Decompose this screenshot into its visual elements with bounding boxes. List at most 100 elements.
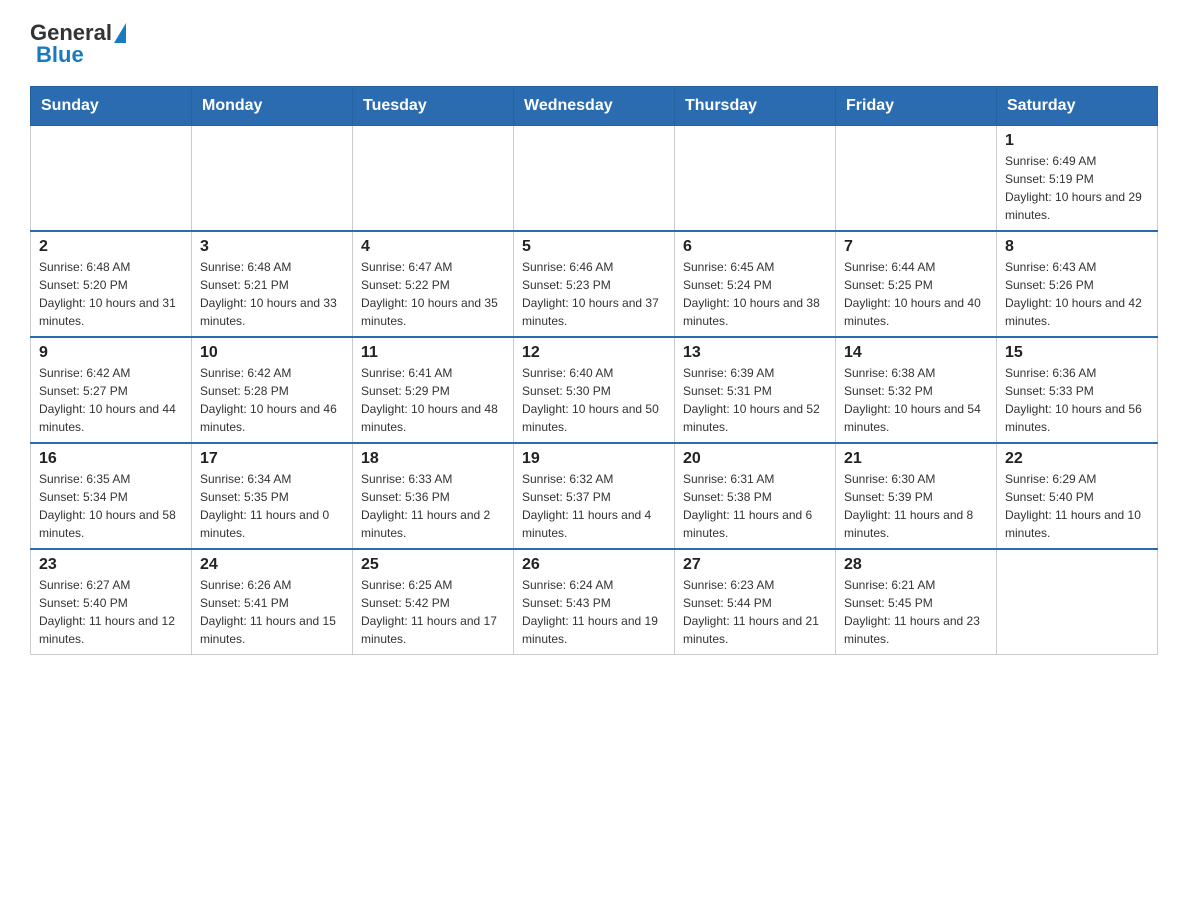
calendar-cell: 9 Sunrise: 6:42 AMSunset: 5:27 PMDaylight… (31, 337, 192, 443)
day-number: 27 (683, 556, 827, 574)
day-number: 19 (522, 450, 666, 468)
calendar-week-row: 9 Sunrise: 6:42 AMSunset: 5:27 PMDaylight… (31, 337, 1158, 443)
calendar-cell: 12 Sunrise: 6:40 AMSunset: 5:30 PMDayligh… (514, 337, 675, 443)
calendar-cell: 8 Sunrise: 6:43 AMSunset: 5:26 PMDaylight… (997, 231, 1158, 337)
calendar-cell (675, 126, 836, 232)
day-info: Sunrise: 6:34 AMSunset: 5:35 PMDaylight:… (200, 470, 344, 542)
day-number: 5 (522, 238, 666, 256)
weekday-header-sunday: Sunday (31, 87, 192, 126)
day-info: Sunrise: 6:29 AMSunset: 5:40 PMDaylight:… (1005, 470, 1149, 542)
day-number: 3 (200, 238, 344, 256)
weekday-header-friday: Friday (836, 87, 997, 126)
day-info: Sunrise: 6:38 AMSunset: 5:32 PMDaylight:… (844, 364, 988, 436)
day-number: 14 (844, 344, 988, 362)
day-number: 21 (844, 450, 988, 468)
calendar-cell: 25 Sunrise: 6:25 AMSunset: 5:42 PMDayligh… (353, 549, 514, 655)
weekday-header-wednesday: Wednesday (514, 87, 675, 126)
calendar-cell: 24 Sunrise: 6:26 AMSunset: 5:41 PMDayligh… (192, 549, 353, 655)
calendar-cell (353, 126, 514, 232)
day-info: Sunrise: 6:32 AMSunset: 5:37 PMDaylight:… (522, 470, 666, 542)
calendar-cell: 26 Sunrise: 6:24 AMSunset: 5:43 PMDayligh… (514, 549, 675, 655)
day-number: 4 (361, 238, 505, 256)
calendar-cell (836, 126, 997, 232)
calendar-cell: 1 Sunrise: 6:49 AMSunset: 5:19 PMDaylight… (997, 126, 1158, 232)
day-number: 22 (1005, 450, 1149, 468)
calendar-cell: 20Sunrise: 6:31 AMSunset: 5:38 PMDayligh… (675, 443, 836, 549)
logo-triangle-icon (114, 23, 126, 43)
calendar-cell (31, 126, 192, 232)
day-info: Sunrise: 6:39 AMSunset: 5:31 PMDaylight:… (683, 364, 827, 436)
calendar-cell: 15 Sunrise: 6:36 AMSunset: 5:33 PMDayligh… (997, 337, 1158, 443)
day-number: 23 (39, 556, 183, 574)
day-info: Sunrise: 6:36 AMSunset: 5:33 PMDaylight:… (1005, 364, 1149, 436)
weekday-header-saturday: Saturday (997, 87, 1158, 126)
calendar-cell: 22 Sunrise: 6:29 AMSunset: 5:40 PMDayligh… (997, 443, 1158, 549)
day-number: 1 (1005, 132, 1149, 150)
weekday-header-row: SundayMondayTuesdayWednesdayThursdayFrid… (31, 87, 1158, 126)
day-info: Sunrise: 6:42 AMSunset: 5:27 PMDaylight:… (39, 364, 183, 436)
day-info: Sunrise: 6:44 AMSunset: 5:25 PMDaylight:… (844, 258, 988, 330)
day-number: 7 (844, 238, 988, 256)
day-number: 16 (39, 450, 183, 468)
calendar-week-row: 23 Sunrise: 6:27 AMSunset: 5:40 PMDayligh… (31, 549, 1158, 655)
day-number: 11 (361, 344, 505, 362)
day-number: 6 (683, 238, 827, 256)
day-info: Sunrise: 6:35 AMSunset: 5:34 PMDaylight:… (39, 470, 183, 542)
weekday-header-tuesday: Tuesday (353, 87, 514, 126)
day-info: Sunrise: 6:48 AMSunset: 5:21 PMDaylight:… (200, 258, 344, 330)
day-info: Sunrise: 6:46 AMSunset: 5:23 PMDaylight:… (522, 258, 666, 330)
calendar-cell: 5 Sunrise: 6:46 AMSunset: 5:23 PMDaylight… (514, 231, 675, 337)
day-info: Sunrise: 6:27 AMSunset: 5:40 PMDaylight:… (39, 576, 183, 648)
weekday-header-thursday: Thursday (675, 87, 836, 126)
calendar-week-row: 2 Sunrise: 6:48 AMSunset: 5:20 PMDaylight… (31, 231, 1158, 337)
day-info: Sunrise: 6:25 AMSunset: 5:42 PMDaylight:… (361, 576, 505, 648)
page-header: General Blue (30, 20, 1158, 68)
day-info: Sunrise: 6:42 AMSunset: 5:28 PMDaylight:… (200, 364, 344, 436)
day-info: Sunrise: 6:40 AMSunset: 5:30 PMDaylight:… (522, 364, 666, 436)
day-info: Sunrise: 6:49 AMSunset: 5:19 PMDaylight:… (1005, 152, 1149, 224)
day-info: Sunrise: 6:48 AMSunset: 5:20 PMDaylight:… (39, 258, 183, 330)
logo-blue-text: Blue (30, 42, 84, 68)
calendar-cell: 17 Sunrise: 6:34 AMSunset: 5:35 PMDayligh… (192, 443, 353, 549)
day-info: Sunrise: 6:21 AMSunset: 5:45 PMDaylight:… (844, 576, 988, 648)
calendar-cell (997, 549, 1158, 655)
calendar-cell: 2 Sunrise: 6:48 AMSunset: 5:20 PMDaylight… (31, 231, 192, 337)
calendar-table: SundayMondayTuesdayWednesdayThursdayFrid… (30, 86, 1158, 655)
day-number: 9 (39, 344, 183, 362)
day-info: Sunrise: 6:33 AMSunset: 5:36 PMDaylight:… (361, 470, 505, 542)
calendar-cell: 18Sunrise: 6:33 AMSunset: 5:36 PMDayligh… (353, 443, 514, 549)
calendar-cell: 14 Sunrise: 6:38 AMSunset: 5:32 PMDayligh… (836, 337, 997, 443)
day-info: Sunrise: 6:30 AMSunset: 5:39 PMDaylight:… (844, 470, 988, 542)
day-info: Sunrise: 6:26 AMSunset: 5:41 PMDaylight:… (200, 576, 344, 648)
calendar-cell: 16 Sunrise: 6:35 AMSunset: 5:34 PMDayligh… (31, 443, 192, 549)
day-info: Sunrise: 6:24 AMSunset: 5:43 PMDaylight:… (522, 576, 666, 648)
day-number: 13 (683, 344, 827, 362)
calendar-cell: 11 Sunrise: 6:41 AMSunset: 5:29 PMDayligh… (353, 337, 514, 443)
day-number: 20 (683, 450, 827, 468)
day-info: Sunrise: 6:45 AMSunset: 5:24 PMDaylight:… (683, 258, 827, 330)
day-number: 8 (1005, 238, 1149, 256)
day-number: 28 (844, 556, 988, 574)
day-number: 10 (200, 344, 344, 362)
calendar-cell: 4Sunrise: 6:47 AMSunset: 5:22 PMDaylight… (353, 231, 514, 337)
calendar-cell: 19 Sunrise: 6:32 AMSunset: 5:37 PMDayligh… (514, 443, 675, 549)
day-number: 17 (200, 450, 344, 468)
day-info: Sunrise: 6:41 AMSunset: 5:29 PMDaylight:… (361, 364, 505, 436)
day-number: 24 (200, 556, 344, 574)
calendar-cell (514, 126, 675, 232)
day-info: Sunrise: 6:43 AMSunset: 5:26 PMDaylight:… (1005, 258, 1149, 330)
calendar-cell: 28 Sunrise: 6:21 AMSunset: 5:45 PMDayligh… (836, 549, 997, 655)
calendar-cell (192, 126, 353, 232)
day-number: 15 (1005, 344, 1149, 362)
day-number: 2 (39, 238, 183, 256)
calendar-cell: 3 Sunrise: 6:48 AMSunset: 5:21 PMDaylight… (192, 231, 353, 337)
calendar-cell: 7 Sunrise: 6:44 AMSunset: 5:25 PMDaylight… (836, 231, 997, 337)
calendar-cell: 6 Sunrise: 6:45 AMSunset: 5:24 PMDaylight… (675, 231, 836, 337)
day-number: 25 (361, 556, 505, 574)
day-info: Sunrise: 6:23 AMSunset: 5:44 PMDaylight:… (683, 576, 827, 648)
day-number: 26 (522, 556, 666, 574)
weekday-header-monday: Monday (192, 87, 353, 126)
calendar-cell: 23 Sunrise: 6:27 AMSunset: 5:40 PMDayligh… (31, 549, 192, 655)
calendar-week-row: 16 Sunrise: 6:35 AMSunset: 5:34 PMDayligh… (31, 443, 1158, 549)
day-number: 12 (522, 344, 666, 362)
